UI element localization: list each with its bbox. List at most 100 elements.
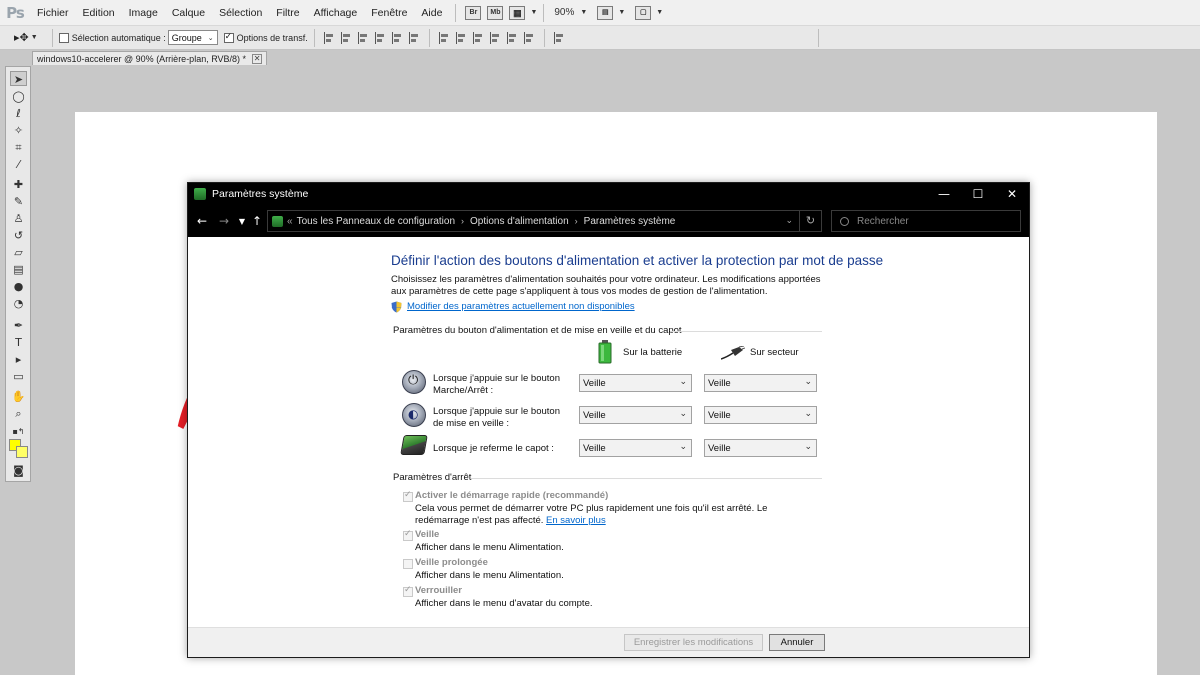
move-icon[interactable]: ➤ [10,71,27,86]
bridge-icon[interactable]: Br [465,5,482,20]
breadcrumb-power-options[interactable]: Options d'alimentation [470,216,569,227]
modify-unavailable-settings-link[interactable]: Modifier des paramètres actuellement non… [407,301,635,312]
zoom-level[interactable]: 90% [554,7,574,18]
distribute-bottom-icon[interactable] [472,31,484,44]
move-tool-icon[interactable]: ▸✥ [14,31,29,44]
document-tab[interactable]: windows10-accelerer @ 90% (Arrière-plan,… [32,51,268,65]
quick-mask-icon[interactable]: ◙ [10,463,27,478]
menu-affichage[interactable]: Affichage [307,7,365,19]
lid-plugged-dropdown[interactable]: Veille ⌄ [704,439,817,457]
type-icon[interactable]: T [10,335,27,350]
separator [455,3,457,22]
align-vcenter-icon[interactable] [340,31,352,44]
transform-options-checkbox[interactable] [223,31,234,43]
lock-checkbox[interactable] [403,585,413,597]
sleep-button-plugged-dropdown[interactable]: Veille ⌄ [704,406,817,424]
auto-select-checkbox[interactable] [58,32,69,43]
minimize-button[interactable]: — [927,183,961,205]
mini-bridge-icon[interactable]: Mb [487,5,504,20]
swap-colors-icon[interactable]: ▪↰ [10,424,27,439]
breadcrumb-prefix[interactable]: « [287,216,293,227]
maximize-button[interactable]: ☐ [961,183,995,205]
distribute-right-icon[interactable] [523,31,535,44]
hand-icon[interactable]: ✋ [10,389,27,404]
learn-more-link[interactable]: En savoir plus [546,515,606,526]
distribute-hcenter-icon[interactable] [506,31,518,44]
recent-locations-icon[interactable]: ▼ [235,217,249,226]
menu-aide[interactable]: Aide [414,7,449,19]
save-changes-button[interactable]: Enregistrer les modifications [624,634,763,651]
dropdown-value: Veille [583,409,606,421]
power-button-icon [402,370,426,394]
brush-icon[interactable]: ✎ [10,194,27,209]
close-button[interactable]: ✕ [995,183,1029,205]
hibernate-checkbox[interactable] [403,559,413,569]
dodge-icon[interactable]: ◔ [10,296,27,311]
distribute-top-icon[interactable] [438,31,450,44]
screen-mode-icon[interactable]: ▢ [635,5,652,20]
forward-arrow-icon[interactable]: → [213,214,235,228]
menu-calque[interactable]: Calque [165,7,212,19]
marquee-icon[interactable]: ◯ [10,89,27,104]
menu-filtre[interactable]: Filtre [269,7,306,19]
chevron-down-icon[interactable]: ▼ [580,9,587,16]
sleep-checkbox[interactable] [403,529,413,541]
align-bottom-icon[interactable] [357,31,369,44]
up-arrow-icon[interactable]: ↑ [249,214,265,228]
auto-select-dropdown[interactable]: Groupe ⌄ [167,30,218,45]
history-brush-icon[interactable]: ↺ [10,228,27,243]
crop-icon[interactable]: ⌗ [10,140,27,155]
blur-icon[interactable]: ● [10,279,27,294]
fast-startup-checkbox[interactable] [403,490,413,502]
align-right-icon[interactable] [408,31,420,44]
arrange-icon[interactable]: ▤ [597,5,614,20]
document-tab-title: windows10-accelerer @ 90% (Arrière-plan,… [37,53,247,64]
extras-icon[interactable]: ▦ [509,5,526,20]
cancel-button[interactable]: Annuler [769,634,825,651]
chevron-down-icon[interactable]: ⌄ [785,215,793,226]
distribute-left-icon[interactable] [489,31,501,44]
auto-align-icon[interactable] [553,31,565,44]
zoom-icon[interactable]: ⌕ [10,406,27,421]
background-color-swatch[interactable] [16,446,28,458]
align-hcenter-icon[interactable] [391,31,403,44]
section-title-buttons: Paramètres du bouton d'alimentation et d… [393,325,682,336]
chevron-down-icon[interactable]: ▼ [31,34,38,41]
chevron-down-icon: ⌄ [804,409,812,419]
eraser-icon[interactable]: ▱ [10,245,27,260]
back-arrow-icon[interactable]: ← [191,214,213,228]
search-box[interactable]: Rechercher [831,210,1021,232]
shape-icon[interactable]: ▭ [10,369,27,384]
breadcrumb-system-settings[interactable]: Paramètres système [584,216,676,227]
address-bar[interactable]: « Tous les Panneaux de configuration › O… [267,210,822,232]
chevron-down-icon[interactable]: ▼ [618,9,625,16]
eyedropper-icon[interactable]: ⁄ [10,157,27,172]
menu-fichier[interactable]: Fichier [30,7,76,19]
menu-selection[interactable]: Sélection [212,7,269,19]
gradient-icon[interactable]: ▤ [10,262,27,277]
refresh-icon[interactable]: ↻ [799,211,821,231]
breadcrumb-control-panel[interactable]: Tous les Panneaux de configuration [297,216,455,227]
lid-battery-dropdown[interactable]: Veille ⌄ [579,439,692,457]
path-select-icon[interactable]: ▸ [10,352,27,367]
distribute-vcenter-icon[interactable] [455,31,467,44]
align-left-icon[interactable] [374,31,386,44]
close-icon[interactable]: ✕ [252,53,263,64]
align-top-icon[interactable] [323,31,335,44]
lasso-icon[interactable]: ℓ [10,106,27,121]
clone-stamp-icon[interactable]: ♙ [10,211,27,226]
healing-icon[interactable]: ✚ [10,177,27,192]
power-button-plugged-dropdown[interactable]: Veille ⌄ [704,374,817,392]
chevron-down-icon[interactable]: ▼ [656,9,663,16]
section-divider [670,331,822,332]
power-button-battery-dropdown[interactable]: Veille ⌄ [579,374,692,392]
menu-fenetre[interactable]: Fenêtre [364,7,414,19]
pen-icon[interactable]: ✒ [10,318,27,333]
chevron-down-icon[interactable]: ▼ [530,9,537,16]
battery-icon [598,340,612,364]
menu-image[interactable]: Image [122,7,165,19]
menu-edition[interactable]: Edition [76,7,122,19]
page-title: Définir l'action des boutons d'alimentat… [391,253,884,268]
sleep-button-battery-dropdown[interactable]: Veille ⌄ [579,406,692,424]
quick-select-icon[interactable]: ✧ [10,123,27,138]
